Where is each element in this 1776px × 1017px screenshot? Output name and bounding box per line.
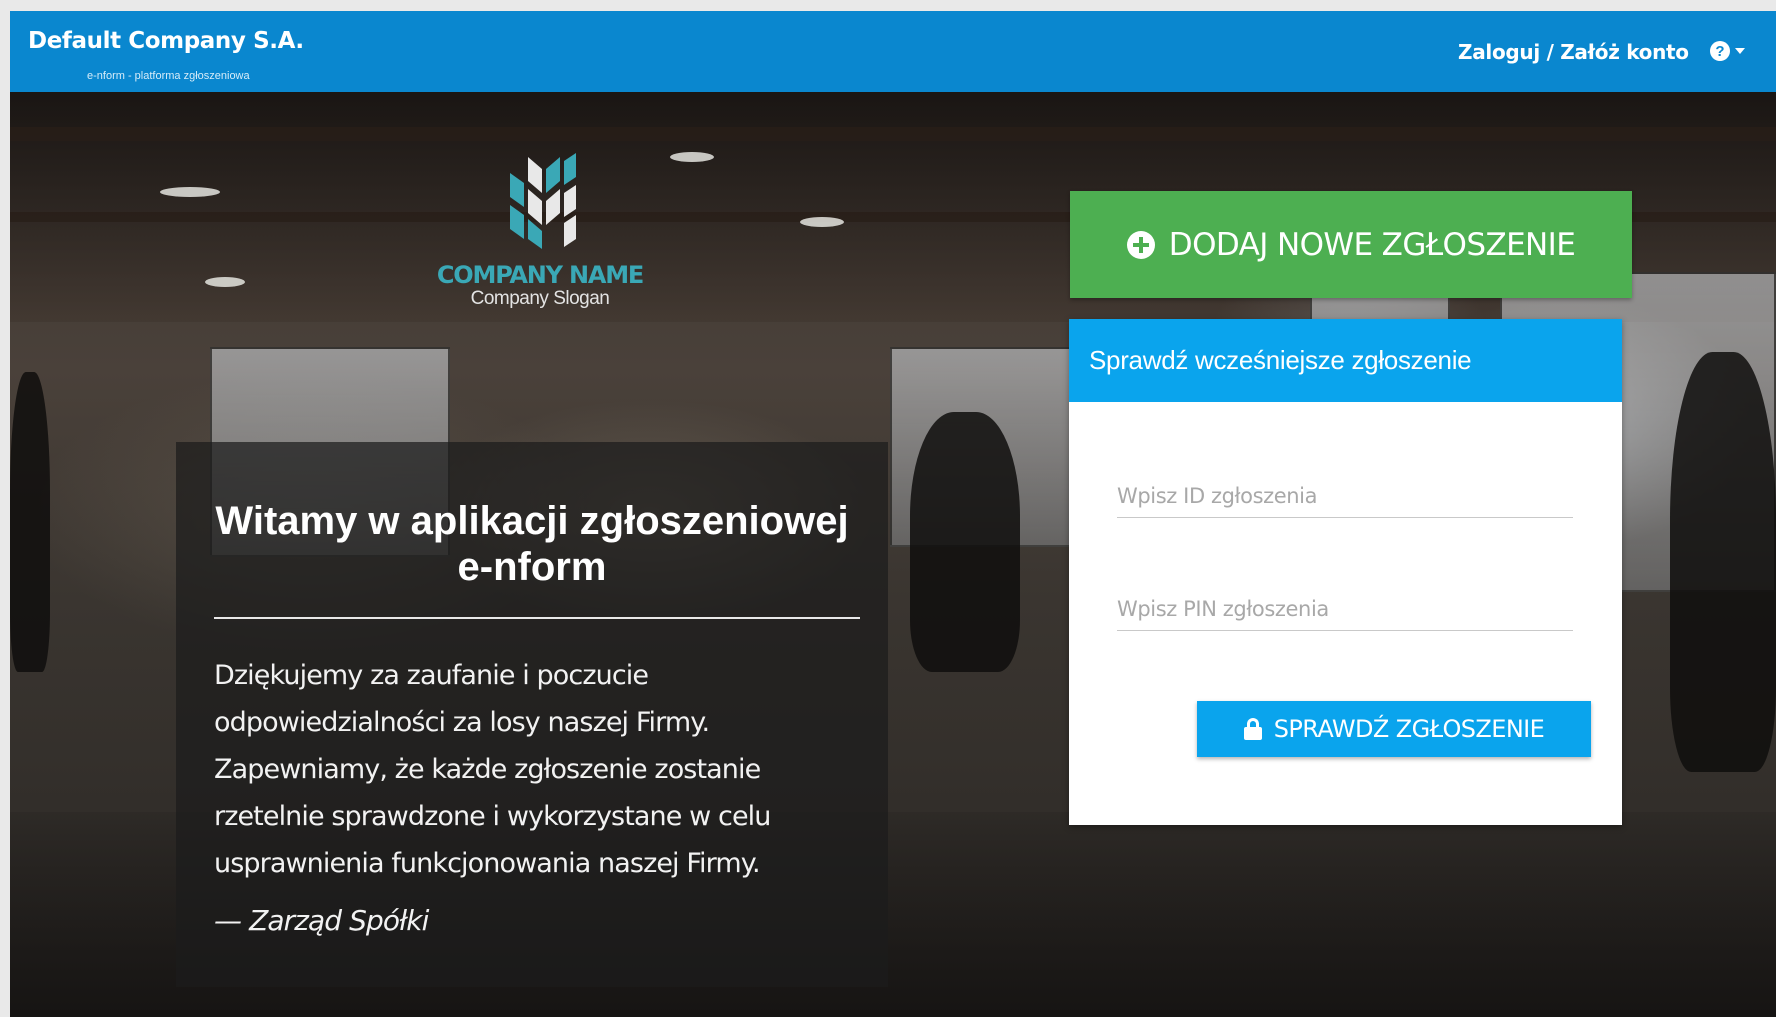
add-new-report-button[interactable]: DODAJ NOWE ZGŁOSZENIE bbox=[1070, 191, 1632, 298]
check-report-header: Sprawdź wcześniejsze zgłoszenie bbox=[1069, 319, 1622, 402]
background-lamp bbox=[205, 277, 245, 287]
background-lamp bbox=[670, 152, 714, 162]
report-pin-input[interactable] bbox=[1117, 587, 1573, 631]
help-dropdown-button[interactable]: ? bbox=[1710, 41, 1745, 61]
login-register-link[interactable]: Zaloguj / Załóż konto bbox=[1458, 40, 1689, 64]
background-chair bbox=[910, 412, 1020, 672]
check-report-button[interactable]: SPRAWDŹ ZGŁOSZENIE bbox=[1197, 701, 1591, 757]
welcome-title: Witamy w aplikacji zgłoszeniowej e-nform bbox=[206, 498, 858, 590]
background-lamp bbox=[800, 217, 844, 227]
background-lamp bbox=[160, 187, 220, 197]
check-report-card: Sprawdź wcześniejsze zgłoszenie SPRAWDŹ … bbox=[1069, 319, 1622, 825]
question-circle-icon: ? bbox=[1710, 41, 1730, 61]
welcome-divider bbox=[214, 617, 860, 619]
company-logo-mark bbox=[510, 153, 576, 249]
check-report-label: SPRAWDŹ ZGŁOSZENIE bbox=[1273, 715, 1545, 743]
welcome-message: Dziękujemy za zaufanie i poczucie odpowi… bbox=[214, 660, 771, 879]
welcome-signature: — Zarząd Spółki bbox=[214, 904, 429, 937]
app-window: Default Company S.A. e-nform - platforma… bbox=[10, 11, 1776, 1017]
brand[interactable]: Default Company S.A. e-nform - platforma… bbox=[28, 28, 304, 82]
report-id-input[interactable] bbox=[1117, 474, 1573, 518]
background-beam bbox=[10, 127, 1776, 141]
company-name: COMPANY NAME bbox=[436, 261, 644, 289]
plus-circle-icon bbox=[1126, 230, 1155, 259]
background-chair bbox=[10, 372, 50, 672]
background-chair bbox=[1670, 352, 1776, 772]
brand-name: Default Company S.A. bbox=[28, 28, 304, 54]
welcome-panel: Witamy w aplikacji zgłoszeniowej e-nform… bbox=[176, 442, 888, 987]
company-slogan: Company Slogan bbox=[470, 288, 610, 309]
welcome-title-line1: Witamy w aplikacji zgłoszeniowej bbox=[215, 499, 849, 543]
lock-icon bbox=[1243, 718, 1262, 740]
top-navbar: Default Company S.A. e-nform - platforma… bbox=[10, 11, 1776, 92]
add-new-report-label: DODAJ NOWE ZGŁOSZENIE bbox=[1168, 226, 1576, 263]
brand-subtitle: e-nform - platforma zgłoszeniowa bbox=[87, 70, 250, 82]
chevron-down-icon bbox=[1735, 48, 1745, 54]
welcome-title-line2: e-nform bbox=[457, 545, 607, 589]
